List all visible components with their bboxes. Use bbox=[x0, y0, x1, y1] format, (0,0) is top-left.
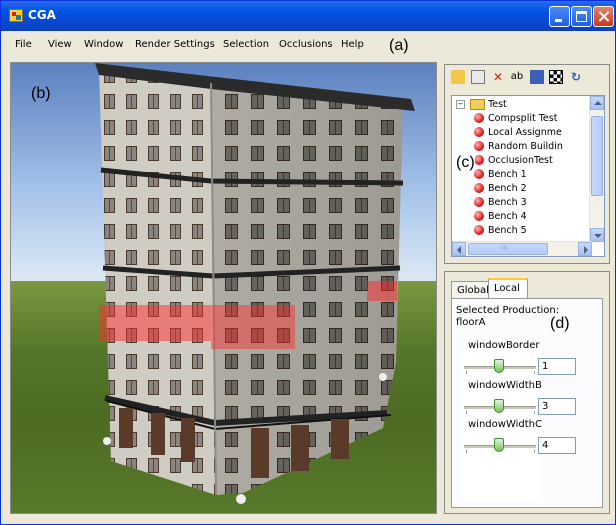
tree-item[interactable]: Bench 3 bbox=[474, 196, 527, 209]
refresh-icon[interactable]: ↻ bbox=[569, 70, 583, 84]
param-label-window-width-b: windowWidthB bbox=[468, 380, 542, 391]
sphere-icon bbox=[474, 141, 484, 151]
tree-root[interactable]: − Test bbox=[456, 98, 507, 111]
slider-tick bbox=[466, 371, 467, 374]
menu-render-settings[interactable]: Render Settings bbox=[135, 39, 215, 50]
callout-a: (a) bbox=[389, 37, 409, 54]
tree-item[interactable]: Random Buildin bbox=[474, 140, 563, 153]
tree-item[interactable]: Bench 4 bbox=[474, 210, 527, 223]
sphere-icon bbox=[474, 155, 484, 165]
tree-vertical-scrollbar[interactable] bbox=[589, 96, 604, 242]
maximize-button[interactable] bbox=[571, 6, 592, 27]
slider-tick bbox=[534, 411, 535, 414]
sphere-icon bbox=[474, 169, 484, 179]
scroll-up-button[interactable] bbox=[590, 96, 604, 110]
menu-bar: File View Window Render Settings Selecti… bbox=[1, 32, 615, 54]
sphere-icon bbox=[474, 127, 484, 137]
open-folder-icon[interactable] bbox=[451, 70, 465, 84]
window-border-input[interactable]: 1 bbox=[538, 358, 576, 375]
chevron-down-icon bbox=[594, 234, 602, 238]
sphere-icon bbox=[474, 211, 484, 221]
callout-d: (d) bbox=[550, 315, 570, 332]
folder-icon bbox=[470, 99, 486, 110]
callout-c: (c) bbox=[456, 154, 475, 172]
window-width-b-input[interactable]: 3 bbox=[538, 398, 576, 415]
callout-b: (b) bbox=[31, 85, 51, 102]
tree-item[interactable]: Bench 5 bbox=[474, 224, 527, 237]
close-button[interactable] bbox=[593, 6, 614, 27]
tab-global[interactable]: Global bbox=[451, 281, 489, 298]
edit-icon[interactable] bbox=[471, 70, 485, 84]
application-window: CGA File View Window Render Settings Sel… bbox=[0, 0, 616, 525]
slider-tick bbox=[466, 450, 467, 453]
local-tab-page: Selected Production: floorA (d) windowBo… bbox=[451, 298, 603, 508]
tree-horizontal-scrollbar[interactable]: III bbox=[452, 241, 592, 256]
selected-production-label: Selected Production: bbox=[456, 305, 560, 316]
chevron-right-icon bbox=[584, 246, 588, 254]
scroll-right-button[interactable] bbox=[578, 242, 592, 256]
window-width-c-input[interactable]: 4 bbox=[538, 437, 576, 454]
menu-file[interactable]: File bbox=[15, 39, 32, 50]
window-title: CGA bbox=[28, 8, 56, 22]
scroll-thumb[interactable]: III bbox=[468, 243, 548, 255]
tab-local[interactable]: Local bbox=[488, 278, 528, 299]
scroll-left-button[interactable] bbox=[452, 242, 466, 256]
sphere-icon bbox=[474, 197, 484, 207]
slider-tick bbox=[534, 450, 535, 453]
save-icon[interactable] bbox=[530, 70, 544, 84]
tree-item[interactable]: Compsplit Test bbox=[474, 112, 557, 125]
scroll-down-button[interactable] bbox=[590, 228, 604, 242]
window-width-b-slider[interactable] bbox=[494, 399, 504, 413]
menu-view[interactable]: View bbox=[48, 39, 72, 50]
tree-root-label: Test bbox=[488, 99, 507, 110]
selected-production-value: floorA bbox=[456, 317, 486, 328]
menu-selection[interactable]: Selection bbox=[223, 39, 269, 50]
browser-toolbar: ✕ ab ↻ bbox=[445, 65, 609, 89]
chevron-up-icon bbox=[594, 101, 602, 105]
production-tree[interactable]: − Test Compsplit Test Local Assignme Ran… bbox=[451, 95, 605, 257]
window-width-c-slider[interactable] bbox=[494, 438, 504, 452]
render-viewport[interactable]: (b) bbox=[10, 62, 437, 514]
sphere-icon bbox=[474, 225, 484, 235]
slider-tick bbox=[466, 411, 467, 414]
collapse-icon[interactable]: − bbox=[456, 100, 465, 109]
menu-occlusions[interactable]: Occlusions bbox=[279, 39, 333, 50]
param-label-window-border: windowBorder bbox=[468, 340, 540, 351]
param-label-window-width-c: windowWidthC bbox=[468, 419, 542, 430]
minimize-button[interactable] bbox=[549, 6, 570, 27]
app-icon bbox=[9, 9, 23, 22]
tree-item[interactable]: Local Assignme bbox=[474, 126, 562, 139]
slider-tick bbox=[534, 371, 535, 374]
menu-help[interactable]: Help bbox=[341, 39, 364, 50]
scroll-grip: III bbox=[501, 244, 508, 252]
tree-item[interactable]: OcclusionTest bbox=[474, 154, 553, 167]
menu-window[interactable]: Window bbox=[84, 39, 123, 50]
building-render bbox=[95, 63, 415, 504]
chevron-left-icon bbox=[457, 246, 461, 254]
tree-item[interactable]: Bench 1 bbox=[474, 168, 527, 181]
properties-panel: Global Local Selected Production: floorA… bbox=[444, 271, 610, 514]
window-border-slider[interactable] bbox=[494, 359, 504, 373]
title-bar[interactable]: CGA bbox=[1, 1, 615, 31]
spellcheck-icon[interactable]: ab bbox=[510, 70, 524, 84]
delete-icon[interactable]: ✕ bbox=[491, 70, 505, 84]
scroll-thumb[interactable] bbox=[591, 116, 603, 196]
production-browser-panel: ✕ ab ↻ − Test Compsplit Test Local Assig… bbox=[444, 64, 610, 264]
tree-item[interactable]: Bench 2 bbox=[474, 182, 527, 195]
sphere-icon bbox=[474, 113, 484, 123]
grid-icon[interactable] bbox=[549, 70, 563, 84]
sphere-icon bbox=[474, 183, 484, 193]
